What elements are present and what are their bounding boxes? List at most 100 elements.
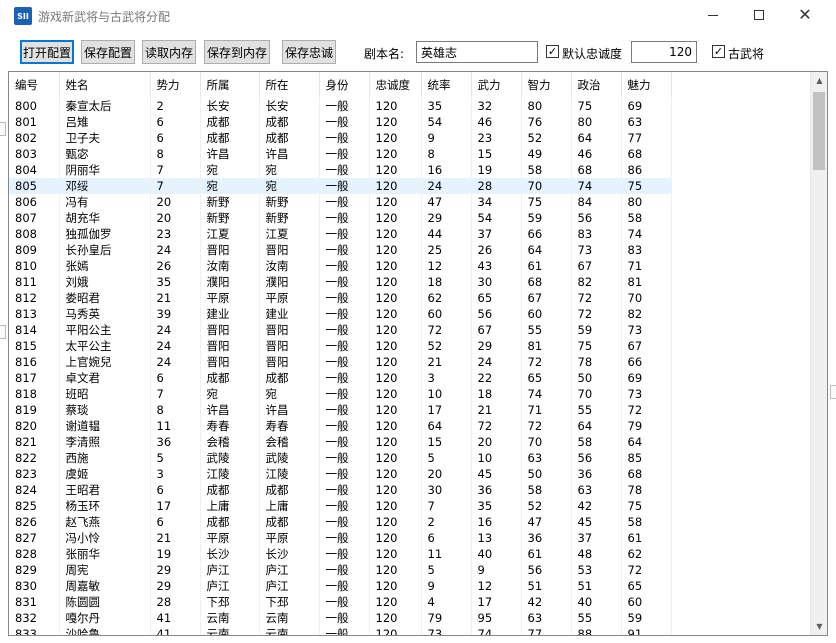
column-header[interactable]: 姓名 [59,72,151,98]
save-config-button[interactable]: 保存配置 [81,40,135,64]
minimize-button[interactable] [690,0,736,30]
scroll-up-icon[interactable]: ▲ [811,72,827,89]
table-cell: 55 [571,402,622,418]
table-row[interactable]: 831 陈圆圆 28 下邳 下邳 一般 120 4 17 42 40 60 [9,594,672,610]
save-loyalty-button[interactable]: 保存忠诚 [282,40,336,64]
table-row[interactable]: 812 娄昭君 21 平原 平原 一般 120 62 65 67 72 70 [9,290,672,306]
ancient-general-checkbox[interactable]: ✓ [712,45,725,58]
table-row[interactable]: 813 马秀英 39 建业 建业 一般 120 60 56 60 72 82 [9,306,672,322]
table-row[interactable]: 811 刘娥 35 濮阳 濮阳 一般 120 18 30 68 82 81 [9,274,672,290]
default-loyalty-field[interactable]: 120 [631,41,697,63]
open-config-button[interactable]: 打开配置 [20,40,74,64]
scroll-down-icon[interactable]: ▼ [811,618,827,635]
column-header[interactable]: 智力 [521,72,572,98]
table-row[interactable]: 803 甄宓 8 许昌 许昌 一般 120 8 15 49 46 68 [9,146,672,162]
read-memory-button[interactable]: 读取内存 [142,40,196,64]
table-row[interactable]: 824 王昭君 6 成都 成都 一般 120 30 36 58 63 78 [9,482,672,498]
table-cell: 826 [9,514,60,530]
column-header[interactable]: 编号 [9,72,60,98]
table-row[interactable]: 815 太平公主 24 晋阳 晋阳 一般 120 52 29 81 75 67 [9,338,672,354]
table-row[interactable]: 806 冯有 20 新野 新野 一般 120 47 34 75 84 80 [9,194,672,210]
column-header[interactable]: 身份 [319,72,370,98]
column-header[interactable]: 统率 [421,72,472,98]
maximize-button[interactable] [736,0,782,30]
table-row[interactable]: 800 秦宣太后 2 长安 长安 一般 120 35 32 80 75 69 [9,98,672,114]
table-cell: 一般 [319,594,370,610]
table-cell: 72 [521,418,572,434]
table-cell: 81 [521,338,572,354]
column-header[interactable]: 魅力 [621,72,672,98]
table-row[interactable]: 827 冯小怜 21 平原 平原 一般 120 6 13 36 37 61 [9,530,672,546]
table-cell: 32 [471,98,522,114]
column-header[interactable]: 政治 [571,72,622,98]
table-cell: 会稽 [200,434,260,450]
column-header[interactable]: 所属 [200,72,260,98]
table-cell: 成都 [200,130,260,146]
generals-table[interactable]: 编号 姓名 势力 所属 所在 身份 忠诚度 统率 武力 智力 政治 魅力 800 秦宣太后 2 长安 长安 一般… [8,71,828,636]
table-cell: 宛 [200,386,260,402]
table-row[interactable]: 826 赵飞燕 6 成都 成都 一般 120 2 16 47 45 58 [9,514,672,530]
table-cell: 24 [471,354,522,370]
table-cell: 64 [421,418,472,434]
table-row[interactable]: 828 张丽华 19 长沙 长沙 一般 120 11 40 61 48 62 [9,546,672,562]
table-cell: 67 [471,322,522,338]
column-header[interactable]: 势力 [150,72,201,98]
table-row[interactable]: 820 谢道韫 11 寿春 寿春 一般 120 64 72 72 64 79 [9,418,672,434]
table-cell: 21 [150,290,201,306]
table-row[interactable]: 833 沙哈鲁 41 云南 云南 一般 120 73 74 77 88 91 [9,626,672,635]
table-row[interactable]: 821 李清照 36 会稽 会稽 一般 120 15 20 70 58 64 [9,434,672,450]
table-row[interactable]: 805 邓绥 7 宛宛一般 120 24 28 70 74 75 [9,178,672,194]
scroll-thumb[interactable] [813,92,825,170]
table-cell: 74 [471,626,522,635]
table-row[interactable]: 808 独孤伽罗 23 江夏 江夏 一般 120 44 37 66 83 74 [9,226,672,242]
table-row[interactable]: 809 长孙皇后 24 晋阳 晋阳 一般 120 25 26 64 73 83 [9,242,672,258]
table-cell: 67 [621,338,672,354]
table-row[interactable]: 814 平阳公主 24 晋阳 晋阳 一般 120 72 67 55 59 73 [9,322,672,338]
table-row[interactable]: 819 蔡琰 8 许昌 许昌 一般 120 17 21 71 55 72 [9,402,672,418]
table-row[interactable]: 807 胡充华 20 新野 新野 一般 120 29 54 59 56 58 [9,210,672,226]
table-cell: 37 [471,226,522,242]
table-row[interactable]: 832 嘎尔丹 41 云南 云南 一般 120 79 95 63 55 59 [9,610,672,626]
table-cell: 建业 [200,306,260,322]
table-row[interactable]: 816 上官婉兒 24 晋阳 晋阳 一般 120 21 24 72 78 66 [9,354,672,370]
table-row[interactable]: 823 虞姬 3 江陵 江陵 一般 120 20 45 50 36 68 [9,466,672,482]
table-cell: 120 [369,338,422,354]
table-cell: 一般 [319,162,370,178]
background-window-edge [830,385,836,399]
table-cell: 64 [571,418,622,434]
table-cell: 120 [369,258,422,274]
table-cell: 7 [421,498,472,514]
table-cell: 120 [369,162,422,178]
table-cell: 120 [369,210,422,226]
column-header[interactable]: 武力 [471,72,522,98]
table-row[interactable]: 810 张嫣 26 汝南 汝南 一般 120 12 43 61 67 71 [9,258,672,274]
table-row[interactable]: 822 西施 5 武陵 武陵 一般 120 5 10 63 56 85 [9,450,672,466]
vertical-scrollbar[interactable]: ▲ ▼ [810,72,827,635]
table-cell: 85 [621,450,672,466]
table-cell: 120 [369,578,422,594]
table-cell: 平阳公主 [59,322,151,338]
default-loyalty-checkbox[interactable]: ✓ [546,45,559,58]
column-header[interactable]: 所在 [259,72,320,98]
scenario-name-field[interactable]: 英雄志 [416,41,538,63]
table-cell: 818 [9,386,60,402]
table-row[interactable]: 804 阴丽华 7 宛宛一般 120 16 19 58 68 86 [9,162,672,178]
table-row[interactable]: 817 卓文君 6 成都 成都 一般 120 3 22 65 50 69 [9,370,672,386]
table-row[interactable]: 830 周嘉敏 29 庐江 庐江 一般 120 9 12 51 51 65 [9,578,672,594]
table-row[interactable]: 801 吕雉 6 成都 成都 一般 120 54 46 76 80 63 [9,114,672,130]
table-row[interactable]: 829 周宪 29 庐江 庐江 一般 120 5 9 56 53 72 [9,562,672,578]
save-to-memory-button[interactable]: 保存到内存 [204,40,270,64]
table-cell: 6 [421,530,472,546]
table-cell: 804 [9,162,60,178]
table-cell: 48 [571,546,622,562]
table-cell: 46 [471,114,522,130]
title-bar: SII 游戏新武将与古武将分配 ✕ [0,0,836,32]
table-row[interactable]: 802 卫子夫 6 成都 成都 一般 120 9 23 52 64 77 [9,130,672,146]
table-row[interactable]: 818 班昭 7 宛宛一般 120 10 18 74 70 73 [9,386,672,402]
column-header[interactable]: 忠诚度 [369,72,422,98]
close-button[interactable]: ✕ [782,0,828,30]
table-row[interactable]: 825 杨玉环 17 上庸 上庸 一般 120 7 35 52 42 75 [9,498,672,514]
table-cell: 6 [150,114,201,130]
table-cell: 45 [471,466,522,482]
table-cell: 120 [369,546,422,562]
